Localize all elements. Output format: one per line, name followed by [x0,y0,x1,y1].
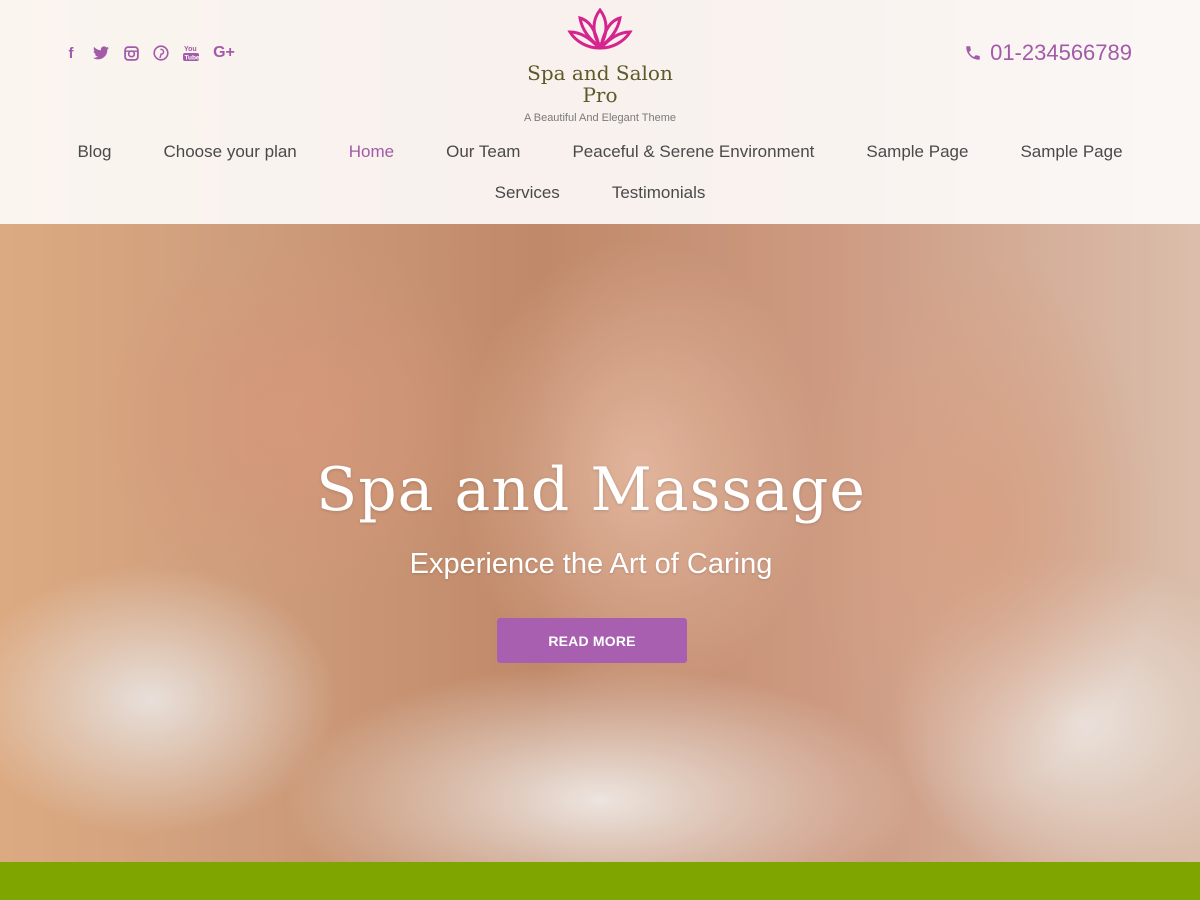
read-more-button[interactable]: READ MORE [497,618,687,663]
phone-icon [964,44,982,62]
nav-item-choose-your-plan[interactable]: Choose your plan [138,142,323,162]
instagram-icon[interactable] [122,42,140,64]
facebook-icon[interactable]: f [62,42,80,64]
site-header: f You Tube G+ Spa and Salon Pro A Beautif… [0,0,1200,224]
nav-item-peaceful-serene-environment[interactable]: Peaceful & Serene Environment [546,142,840,162]
svg-text:Tube: Tube [185,55,200,62]
hero-title: Spa and Massage [316,455,866,525]
twitter-icon[interactable] [92,42,110,64]
primary-nav-row-2: Services Testimonials [0,183,1200,203]
site-title[interactable]: Spa and Salon Pro [525,62,675,106]
nav-item-home[interactable]: Home [323,142,420,162]
svg-text:You: You [184,46,197,53]
site-logo[interactable]: Spa and Salon Pro A Beautiful And Elegan… [500,6,700,124]
nav-item-our-team[interactable]: Our Team [420,142,546,162]
google-plus-icon[interactable]: G+ [212,42,236,64]
primary-nav-row-1: Blog Choose your plan Home Our Team Peac… [0,142,1200,162]
section-divider-bar [0,862,1200,900]
lotus-icon [567,7,633,50]
phone-contact[interactable]: 01-234566789 [964,40,1132,66]
nav-item-blog[interactable]: Blog [51,142,137,162]
youtube-icon[interactable]: You Tube [182,42,200,64]
nav-item-services[interactable]: Services [469,183,586,203]
social-links: f You Tube G+ [62,42,236,64]
nav-item-testimonials[interactable]: Testimonials [586,183,732,203]
site-tagline: A Beautiful And Elegant Theme [523,112,677,124]
phone-number[interactable]: 01-234566789 [990,40,1132,66]
hero-subtitle: Experience the Art of Caring [409,548,773,580]
pinterest-icon[interactable] [152,42,170,64]
nav-item-sample-page[interactable]: Sample Page [840,142,994,162]
nav-item-sample-page-2[interactable]: Sample Page [994,142,1148,162]
